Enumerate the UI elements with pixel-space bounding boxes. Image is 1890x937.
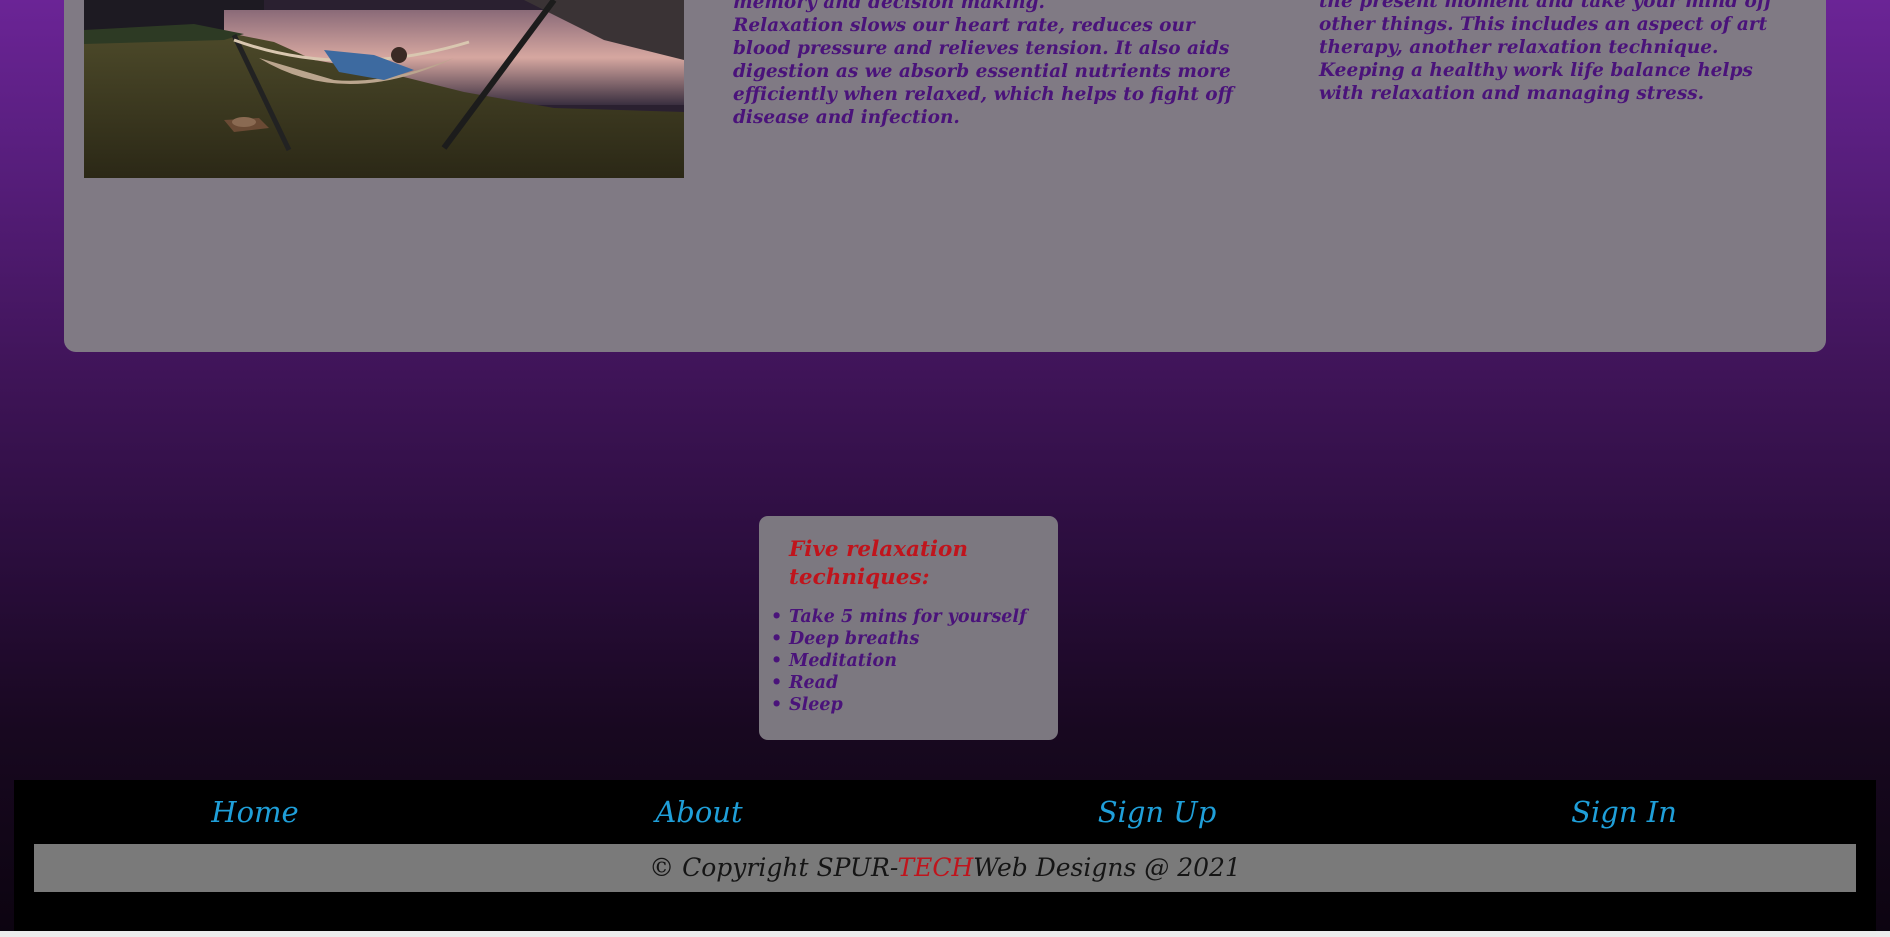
bullet-icon: • xyxy=(771,629,783,649)
list-item: • Read xyxy=(771,673,839,693)
copyright-prefix: © Copyright SPUR- xyxy=(649,853,898,882)
nav-link-about[interactable]: About xyxy=(655,795,742,829)
benefits-paragraph-2: Relaxation slows our heart rate, reduces… xyxy=(733,15,1233,128)
tips-paragraph-1: the present moment and take your mind of… xyxy=(1319,0,1773,58)
bullet-icon: • xyxy=(771,607,783,627)
tips-text-column: the present moment and take your mind of… xyxy=(1319,0,1789,105)
list-item: • Take 5 mins for yourself xyxy=(771,607,1027,627)
list-item: • Meditation xyxy=(771,651,897,671)
copyright-suffix: Web Designs @ 2021 xyxy=(973,853,1241,882)
nav-link-sign-in[interactable]: Sign In xyxy=(1571,795,1677,829)
bullet-icon: • xyxy=(771,695,783,715)
nav-link-home[interactable]: Home xyxy=(211,795,298,829)
hammock-photo xyxy=(84,0,684,178)
techniques-list: • Take 5 mins for yourself • Deep breaths … xyxy=(771,606,1038,716)
tips-paragraph-2: Keeping a healthy work life balance help… xyxy=(1319,60,1753,104)
footer-nav: Home About Sign Up Sign In xyxy=(14,780,1876,842)
bullet-icon: • xyxy=(771,651,783,671)
bullet-icon: • xyxy=(771,673,783,693)
list-item: • Sleep xyxy=(771,695,843,715)
techniques-title: Five relaxation techniques: xyxy=(789,537,969,590)
benefits-paragraph-1: memory and decision making. xyxy=(733,0,1045,13)
list-item: • Deep breaths xyxy=(771,629,920,649)
benefits-text-column: memory and decision making. Relaxation s… xyxy=(733,0,1253,129)
bottom-scroll-strip xyxy=(0,931,1890,937)
copyright-bar: © Copyright SPUR-TECHWeb Designs @ 2021 xyxy=(34,844,1856,892)
relaxation-techniques-box: Five relaxation techniques: • Take 5 mins… xyxy=(759,516,1058,740)
footer: Home About Sign Up Sign In © Copyright S… xyxy=(14,780,1876,931)
nav-link-sign-up[interactable]: Sign Up xyxy=(1098,795,1217,829)
copyright-brand-accent: TECH xyxy=(897,853,974,882)
